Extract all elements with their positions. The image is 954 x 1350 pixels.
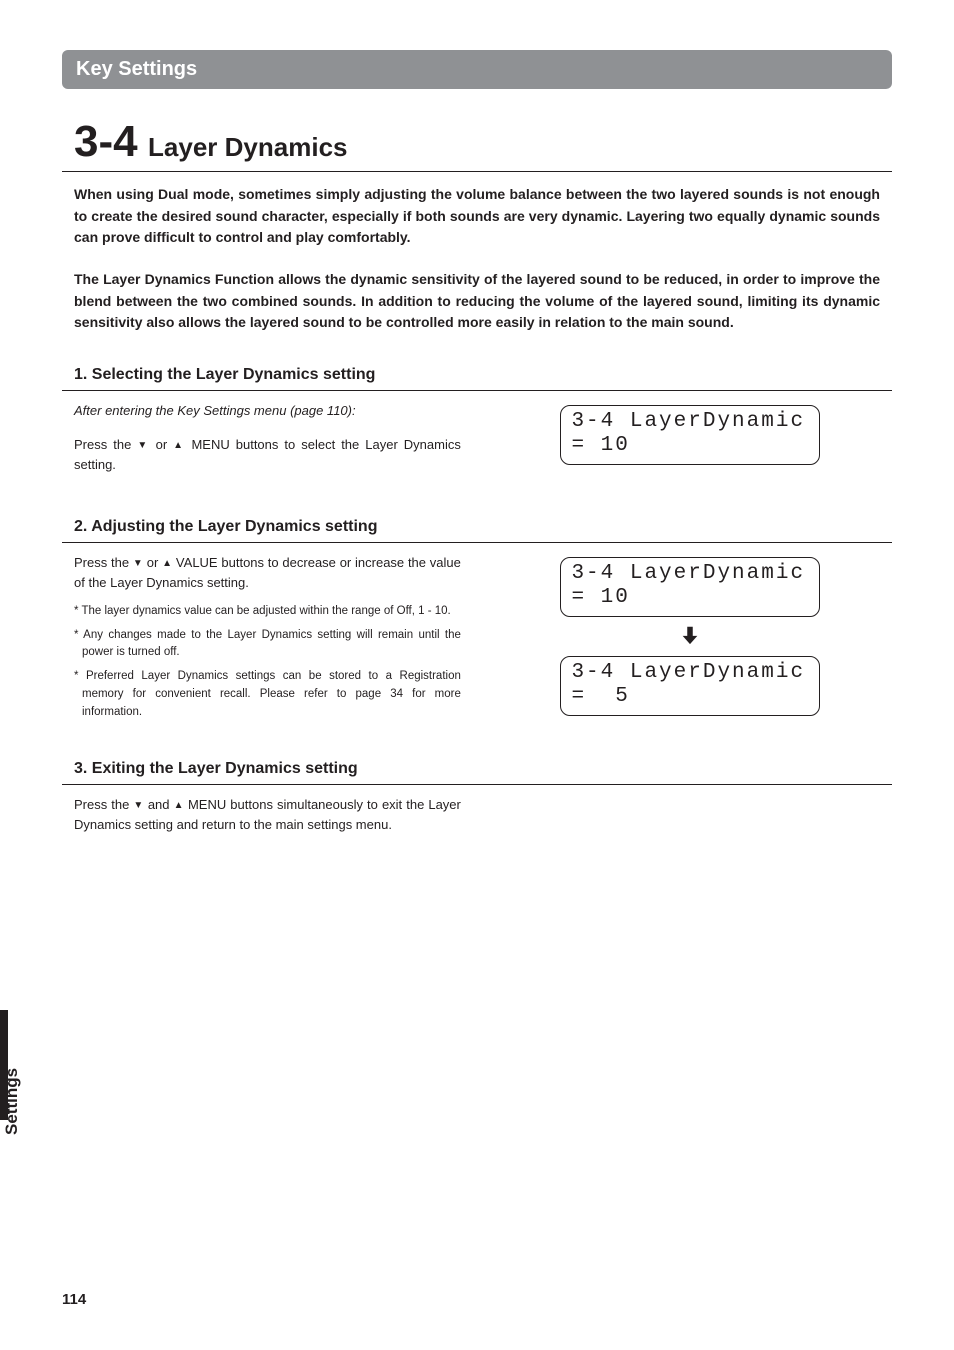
intro-paragraph-2: The Layer Dynamics Function allows the d… xyxy=(62,269,892,334)
section-title: Layer Dynamics xyxy=(148,132,347,162)
step3-body-a: Press the xyxy=(74,797,133,812)
step2-body-a: Press the xyxy=(74,555,133,570)
step2-note-3: * Preferred Layer Dynamics settings can … xyxy=(74,668,461,721)
side-tab-label: Settings xyxy=(2,1068,22,1135)
step3-body-b: and xyxy=(144,797,174,812)
step2-note-1: * The layer dynamics value can be adjust… xyxy=(74,603,461,621)
step2-body-b: or xyxy=(143,555,162,570)
down-triangle-icon: ▼ xyxy=(137,440,149,451)
up-triangle-icon: ▲ xyxy=(162,558,172,569)
step2-note-2: * Any changes made to the Layer Dynamics… xyxy=(74,627,461,663)
up-triangle-icon: ▲ xyxy=(173,440,185,451)
lcd-display-step2-after: 3-4 LayerDynamic = 5 xyxy=(560,656,820,716)
title-row: 3-4 Layer Dynamics xyxy=(62,117,892,172)
step1-body-b: or xyxy=(150,437,174,452)
intro-paragraph-1: When using Dual mode, sometimes simply a… xyxy=(62,184,892,249)
down-triangle-icon: ▼ xyxy=(133,558,143,569)
step1-body: Press the ▼ or ▲ MENU buttons to select … xyxy=(74,435,461,475)
step2-body: Press the ▼ or ▲ VALUE buttons to decrea… xyxy=(74,553,461,593)
step1-body-a: Press the xyxy=(74,437,137,452)
step1-heading: 1. Selecting the Layer Dynamics setting xyxy=(62,366,892,391)
section-number: 3-4 xyxy=(74,117,138,166)
lcd-display-step1: 3-4 LayerDynamic = 10 xyxy=(560,405,820,465)
lcd-display-step2-before: 3-4 LayerDynamic = 10 xyxy=(560,557,820,617)
step3-body: Press the ▼ and ▲ MENU buttons simultane… xyxy=(74,795,461,835)
arrow-down-icon xyxy=(679,623,701,652)
down-triangle-icon: ▼ xyxy=(133,800,143,811)
side-tab: Settings xyxy=(22,1115,89,1135)
up-triangle-icon: ▲ xyxy=(174,800,184,811)
step1-precondition: After entering the Key Settings menu (pa… xyxy=(74,401,461,421)
step2-heading: 2. Adjusting the Layer Dynamics setting xyxy=(62,518,892,543)
step3-heading: 3. Exiting the Layer Dynamics setting xyxy=(62,760,892,785)
section-header-bar: Key Settings xyxy=(62,50,892,89)
page-number: 114 xyxy=(62,1291,86,1308)
